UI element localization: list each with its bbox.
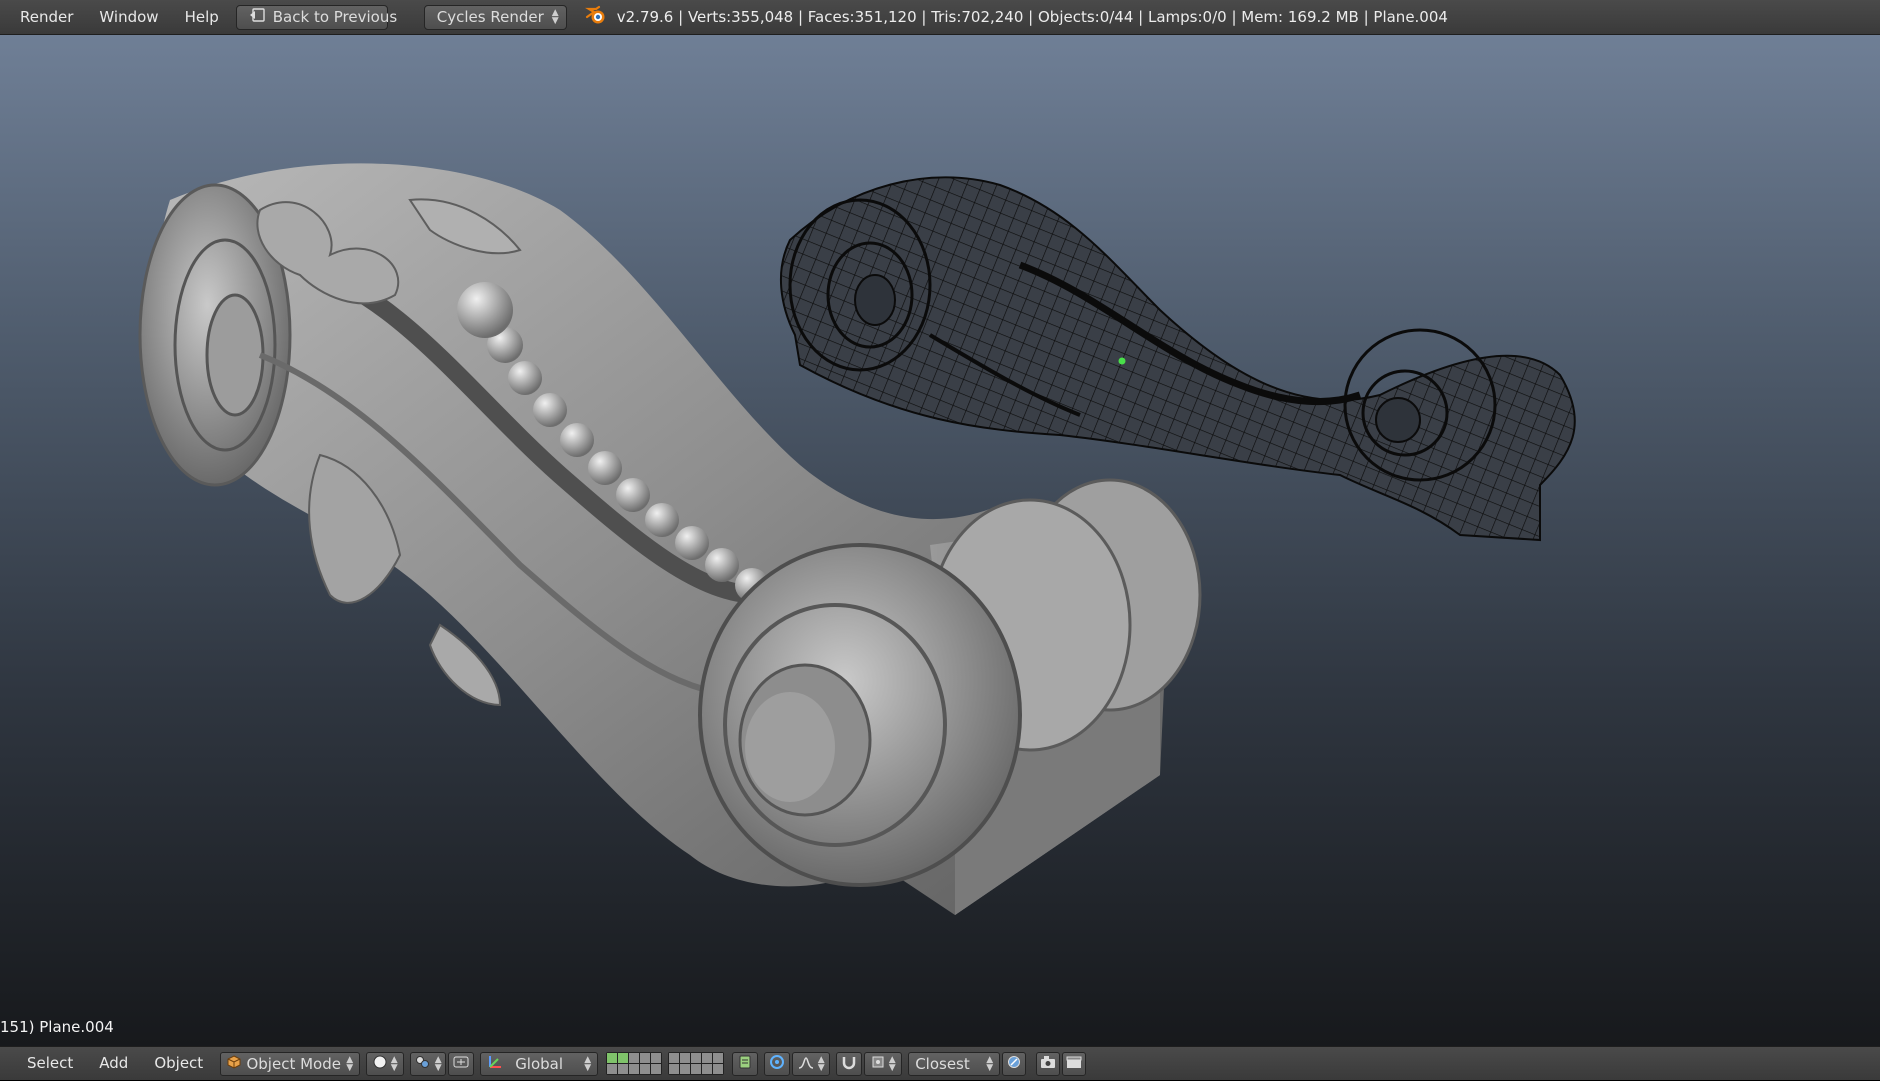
layer-toggle[interactable] [607,1064,618,1074]
scene-layers-group-b[interactable] [668,1052,725,1075]
mode-select[interactable]: Object Mode ▲ ▼ [220,1051,361,1076]
align-rotation-toggle[interactable] [1002,1051,1027,1076]
menu-window[interactable]: Window [86,0,171,35]
layer-toggle[interactable] [713,1053,724,1063]
updown-arrows-icon: ▲ ▼ [346,1054,354,1073]
3d-view-header: Select Add Object Object Mode ▲ ▼ ▲ ▼ ▲ ▼ [0,1046,1880,1080]
menu-add[interactable]: Add [86,1046,141,1081]
layer-toggle[interactable] [640,1053,651,1063]
menu-object[interactable]: Object [141,1046,216,1081]
snap-element-select[interactable]: ▲ ▼ [864,1051,903,1076]
layer-toggle[interactable] [680,1053,691,1063]
scene-layers-group-a[interactable] [606,1052,663,1075]
opengl-animation-button[interactable] [1062,1051,1087,1076]
solid-sphere-icon [373,1055,387,1073]
orientation-value: Global [515,1054,564,1073]
cube-icon [227,1054,241,1073]
viewport-scene [138,163,1576,915]
shading-select[interactable]: ▲ ▼ [366,1051,405,1076]
render-engine-value: Cycles Render [436,8,544,26]
snap-target-select[interactable]: Closest ▲ ▼ [908,1051,1001,1076]
active-object-label: 151) Plane.004 [0,1018,114,1036]
layer-toggle[interactable] [680,1064,691,1074]
mode-value: Object Mode [246,1054,341,1073]
layer-toggle[interactable] [607,1053,618,1063]
clapper-icon [1066,1055,1082,1073]
opengl-render-button[interactable] [1036,1051,1061,1076]
falloff-select[interactable]: ▲ ▼ [792,1051,831,1076]
layer-toggle[interactable] [691,1053,702,1063]
updown-arrows-icon: ▲ ▼ [817,1054,825,1073]
back-arrow-icon [249,8,265,26]
layer-toggle[interactable] [691,1064,702,1074]
back-to-previous-label: Back to Previous [272,8,398,26]
menu-render[interactable]: Render [7,0,86,35]
falloff-curve-icon [798,1055,814,1073]
lock-layers-toggle[interactable] [732,1051,759,1076]
snap-toggle[interactable] [836,1051,863,1076]
menu-help[interactable]: Help [172,0,232,35]
snap-target-value: Closest [915,1054,970,1073]
updown-arrows-icon: ▲ ▼ [551,8,559,26]
layer-toggle[interactable] [640,1064,651,1074]
wireframe-corbel-model [780,176,1576,542]
updown-arrows-icon: ▲ ▼ [986,1054,994,1073]
camera-icon [1040,1055,1056,1073]
layer-toggle[interactable] [702,1053,713,1063]
3d-viewport[interactable]: 151) Plane.004 [0,35,1880,1046]
axes-icon [487,1054,503,1074]
layer-toggle[interactable] [629,1064,640,1074]
manipulator-toggle[interactable] [448,1051,475,1076]
layer-toggle[interactable] [713,1064,724,1074]
blender-window: Render Window Help Back to Previous Cycl… [0,0,1880,1080]
proportional-edit-icon [769,1054,785,1074]
pivot-select[interactable]: ▲ ▼ [410,1051,447,1076]
layer-toggle[interactable] [651,1064,662,1074]
info-header: Render Window Help Back to Previous Cycl… [0,0,1880,35]
layer-toggle[interactable] [618,1053,629,1063]
transform-orientation-select[interactable]: Global ▲ ▼ [480,1051,599,1076]
back-to-previous-button[interactable]: Back to Previous [235,4,397,30]
blender-logo-icon [584,5,607,29]
updown-arrows-icon: ▲ ▼ [584,1054,592,1073]
layer-toggle[interactable] [651,1053,662,1063]
updown-arrows-icon: ▲ ▼ [390,1054,398,1073]
pivot-icon [415,1055,431,1073]
snap-element-icon [871,1055,885,1073]
layer-toggle[interactable] [702,1064,713,1074]
layer-toggle[interactable] [629,1053,640,1063]
align-rotation-icon [1007,1055,1021,1073]
manipulator-icon [453,1055,469,1073]
render-engine-select[interactable]: Cycles Render ▲ ▼ [423,4,567,30]
scene-stats: v2.79.6 | Verts:355,048 | Faces:351,120 … [616,8,1448,26]
updown-arrows-icon: ▲ ▼ [888,1054,896,1073]
magnet-icon [841,1054,857,1074]
layer-toggle[interactable] [669,1053,680,1063]
layer-toggle[interactable] [618,1064,629,1074]
scene-stats-group: v2.79.6 | Verts:355,048 | Faces:351,120 … [584,5,1448,29]
layer-toggle[interactable] [669,1064,680,1074]
updown-arrows-icon: ▲ ▼ [434,1054,442,1073]
layers-lock-icon [738,1054,752,1074]
menu-select[interactable]: Select [14,1046,86,1081]
proportional-edit-toggle[interactable] [764,1051,791,1076]
